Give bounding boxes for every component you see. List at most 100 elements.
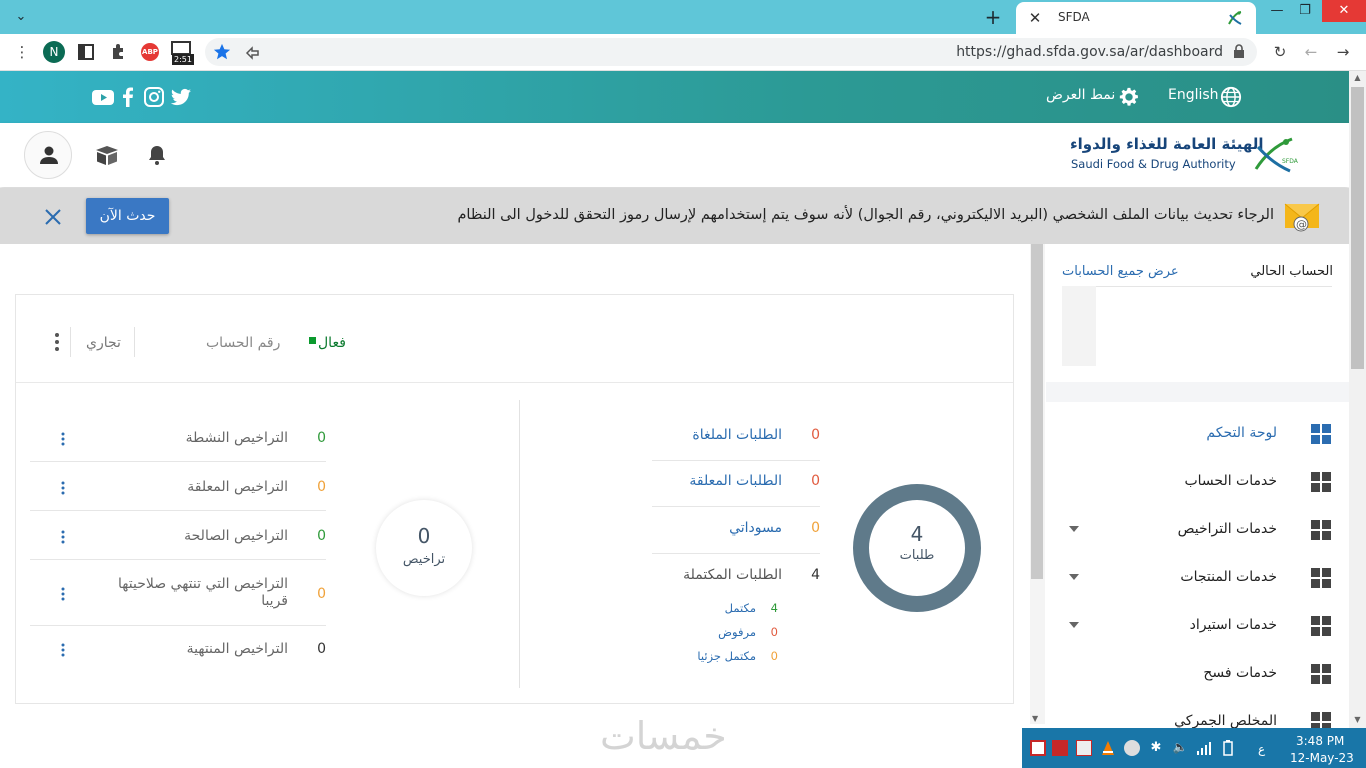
reading-mode-icon[interactable] xyxy=(76,42,96,62)
grid-icon xyxy=(1311,472,1331,492)
twitter-icon[interactable] xyxy=(169,85,193,109)
request-row-pending[interactable]: 0 الطلبات المعلقة xyxy=(652,461,820,507)
scroll-down-icon[interactable]: ▼ xyxy=(1349,713,1366,727)
share-icon[interactable] xyxy=(245,44,261,60)
sfda-logo-icon[interactable]: SFDA xyxy=(1250,133,1298,177)
minimize-window-icon[interactable]: — xyxy=(1264,0,1290,22)
app-tray-icon[interactable] xyxy=(1076,740,1092,756)
sidebar-item-label: لوحة التحكم xyxy=(1206,425,1277,441)
scroll-up-icon[interactable]: ▲ xyxy=(1349,71,1366,85)
volume-icon[interactable]: 🔈 xyxy=(1172,740,1188,756)
display-mode-label[interactable]: نمط العرض xyxy=(1046,87,1115,103)
bookmark-star-icon[interactable] xyxy=(213,43,231,61)
current-account-panel: الحساب الحالي عرض جميع الحسابات xyxy=(1046,244,1349,382)
keyboard-language[interactable]: ع xyxy=(1258,742,1265,756)
instagram-icon[interactable] xyxy=(142,85,166,109)
license-label: التراخيص النشطة xyxy=(185,430,288,446)
browser-tab[interactable]: ✕ SFDA xyxy=(1016,2,1256,34)
view-all-accounts-link[interactable]: عرض جميع الحسابات xyxy=(1062,264,1179,279)
sidebar-item-product-services[interactable]: خدمات المنتجات xyxy=(1046,554,1349,602)
browser-menu-icon[interactable]: ⋮ xyxy=(12,42,32,62)
globe-icon[interactable] xyxy=(1220,86,1242,108)
vlc-icon[interactable] xyxy=(1100,740,1116,756)
completed-sub-row[interactable]: 4 مكتمل xyxy=(676,599,806,619)
request-row-drafts[interactable]: 0 مسوداتي xyxy=(652,508,820,554)
close-tab-icon[interactable]: ✕ xyxy=(1026,8,1044,28)
network-signal-icon[interactable] xyxy=(1196,740,1212,756)
sync-tray-icon[interactable] xyxy=(1124,740,1140,756)
tab-search-icon[interactable]: ⌄ xyxy=(12,8,30,26)
sidebar-scrollbar[interactable]: ▼ xyxy=(1030,244,1045,724)
sidebar-scroll-down-icon[interactable]: ▼ xyxy=(1032,714,1038,723)
user-avatar[interactable] xyxy=(24,131,72,179)
sidebar-item-account-services[interactable]: خدمات الحساب xyxy=(1046,458,1349,506)
taskbar: ✱ 🔈 ع 3:48 PM 12-May-23 xyxy=(1022,728,1366,768)
notification-bell-icon[interactable] xyxy=(144,143,170,167)
sidebar-item-dashboard[interactable]: لوحة التحكم xyxy=(1046,410,1349,458)
more-options-icon[interactable] xyxy=(52,331,62,353)
reload-icon[interactable]: ↻ xyxy=(1270,42,1290,62)
sidebar-item-clearance-services[interactable]: خدمات فسح xyxy=(1046,650,1349,698)
facebook-icon[interactable] xyxy=(116,85,140,109)
chevron-down-icon[interactable] xyxy=(1068,621,1080,629)
bluetooth-icon[interactable]: ✱ xyxy=(1148,740,1164,756)
account-number-field: رقم الحساب xyxy=(206,335,281,351)
sfda-favicon-icon xyxy=(1228,11,1242,25)
license-row-valid[interactable]: 0 التراخيص الصالحة xyxy=(30,511,326,560)
sidebar-item-import-services[interactable]: خدمات استيراد xyxy=(1046,602,1349,650)
clock-time[interactable]: 3:48 PM xyxy=(1296,734,1344,748)
more-options-icon[interactable] xyxy=(60,586,66,602)
new-tab-button[interactable]: + xyxy=(983,6,1003,28)
more-options-icon[interactable] xyxy=(60,431,66,447)
close-alert-icon[interactable] xyxy=(42,206,64,228)
forward-icon[interactable]: → xyxy=(1333,42,1353,62)
address-bar[interactable]: https://ghad.sfda.gov.sa/ar/dashboard xyxy=(205,38,1257,66)
adblock-icon[interactable]: ABP xyxy=(141,43,159,61)
lock-icon[interactable] xyxy=(1233,44,1245,58)
partial-sub-row[interactable]: 0 مكتمل جزئيا xyxy=(676,647,806,667)
extensions-puzzle-icon[interactable] xyxy=(108,42,128,62)
account-placeholder xyxy=(1062,286,1096,366)
license-row-expired[interactable]: 0 التراخيص المنتهية xyxy=(30,626,326,674)
box-icon[interactable] xyxy=(94,143,120,167)
requests-donut[interactable]: 4 طلبات xyxy=(853,484,981,612)
chevron-down-icon[interactable] xyxy=(1068,573,1080,581)
pdf-tray-icon[interactable] xyxy=(1052,740,1068,756)
more-options-icon[interactable] xyxy=(60,642,66,658)
clock-date[interactable]: 12-May-23 xyxy=(1290,751,1354,765)
language-switch[interactable]: English xyxy=(1168,87,1219,103)
app-tray-icon[interactable] xyxy=(1030,740,1046,756)
browser-toolbar: ⋮ N ABP 2:51 https://ghad.sfda.gov.sa/ar… xyxy=(0,34,1366,71)
more-options-icon[interactable] xyxy=(60,529,66,545)
license-row-expiring-soon[interactable]: 0 التراخيص التي تنتهي صلاحيتها قريبا xyxy=(30,560,326,626)
gear-icon[interactable] xyxy=(1118,86,1140,108)
licenses-circle[interactable]: 0 تراخيص xyxy=(376,500,472,596)
browser-tab-strip: ⌄ + ✕ SFDA — ❐ ✕ xyxy=(0,0,1366,34)
divider xyxy=(134,327,135,357)
license-row-active[interactable]: 0 التراخيص النشطة xyxy=(30,416,326,462)
request-label: الطلبات المعلقة xyxy=(689,473,782,489)
user-icon xyxy=(40,146,58,164)
license-label: التراخيص الصالحة xyxy=(184,528,288,544)
restore-window-icon[interactable]: ❐ xyxy=(1292,0,1318,22)
request-row-cancelled[interactable]: 0 الطلبات الملغاة xyxy=(652,415,820,461)
update-now-button[interactable]: حدث الآن xyxy=(86,198,169,234)
rejected-sub-row[interactable]: 0 مرفوض xyxy=(676,623,806,643)
chevron-down-icon[interactable] xyxy=(1068,525,1080,533)
sidebar-scroll-thumb[interactable] xyxy=(1031,244,1043,579)
sidebar-item-license-services[interactable]: خدمات التراخيص xyxy=(1046,506,1349,554)
battery-icon[interactable] xyxy=(1220,740,1236,756)
youtube-icon[interactable] xyxy=(91,85,115,109)
page-scrollbar[interactable]: ▲ ▼ xyxy=(1349,71,1366,731)
profile-avatar[interactable]: N xyxy=(43,41,65,63)
close-window-icon[interactable]: ✕ xyxy=(1322,0,1366,22)
back-icon[interactable]: ← xyxy=(1301,42,1321,62)
license-row-suspended[interactable]: 0 التراخيص المعلقة xyxy=(30,462,326,511)
alert-message: الرجاء تحديث بيانات الملف الشخصي (البريد… xyxy=(457,207,1274,223)
request-label: الطلبات المكتملة xyxy=(683,567,782,583)
timer-extension-icon[interactable]: 2:51 xyxy=(170,41,194,65)
more-options-icon[interactable] xyxy=(60,480,66,496)
status-badge: فعال xyxy=(318,335,346,351)
scrollbar-thumb[interactable] xyxy=(1351,87,1364,369)
account-summary-card: فعال رقم الحساب تجاري 4 طلبات 0 الطلبات … xyxy=(15,294,1014,704)
